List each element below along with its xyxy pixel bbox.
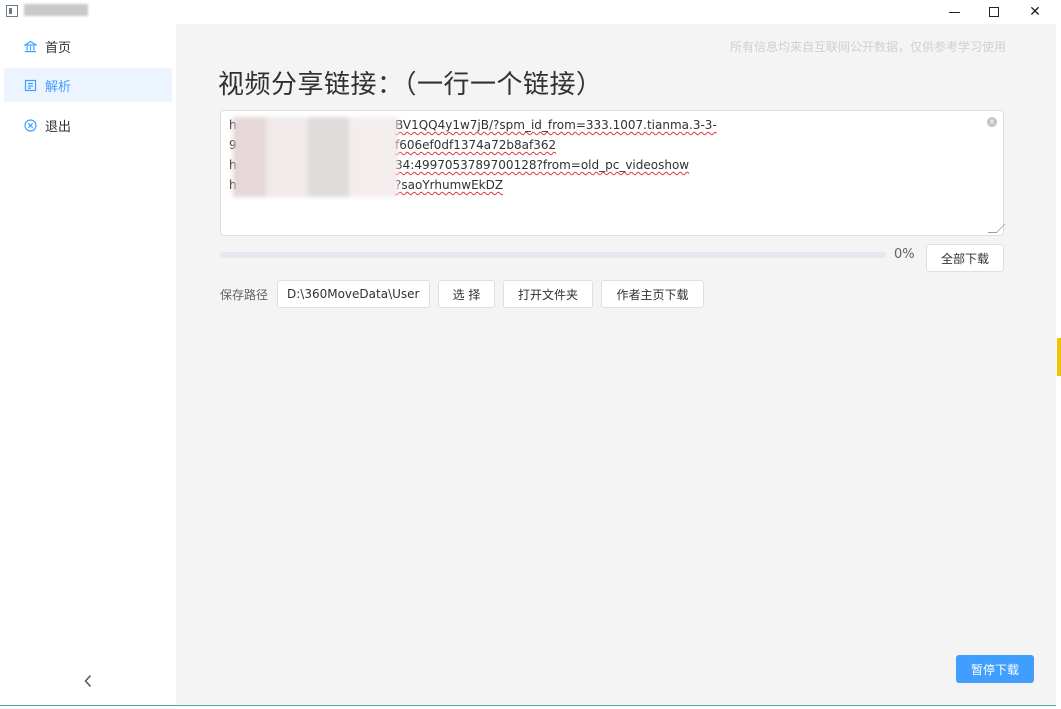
download-all-button[interactable]: 全部下载 (926, 244, 1004, 272)
minimize-icon (948, 11, 960, 13)
clear-icon[interactable]: × (987, 117, 997, 127)
save-path-label: 保存路径 (220, 288, 269, 302)
title-bar: ✕ (0, 0, 1056, 24)
sidebar-item-parse[interactable]: 解析 (4, 68, 172, 102)
resize-handle-icon[interactable] (987, 224, 1006, 233)
app-icon (6, 5, 18, 17)
pause-download-button[interactable]: 暂停下载 (956, 655, 1034, 683)
author-download-button[interactable]: 作者主页下载 (601, 280, 704, 308)
open-folder-button[interactable]: 打开文件夹 (503, 280, 593, 308)
window-title (24, 4, 88, 16)
minimize-button[interactable] (934, 0, 974, 24)
circle-close-icon (23, 118, 37, 132)
maximize-icon (989, 7, 999, 17)
page-title: 视频分享链接：（一行一个链接） (218, 70, 603, 100)
sidebar-item-label: 退出 (45, 119, 72, 135)
chevron-left-icon (84, 674, 92, 688)
close-button[interactable]: ✕ (1015, 0, 1055, 24)
app-window: ✕ 首页 解析 退出 所有信息均来自互联网公开数据，仅供参考学习使用 视频分享链… (0, 0, 1057, 706)
sidebar: 首页 解析 退出 (0, 24, 176, 705)
collapse-sidebar-button[interactable] (80, 672, 96, 694)
main-panel: 所有信息均来自互联网公开数据，仅供参考学习使用 视频分享链接：（一行一个链接） … (176, 24, 1056, 705)
sidebar-item-label: 解析 (45, 79, 72, 95)
sidebar-item-label: 首页 (45, 40, 72, 56)
background-window-edge (1057, 338, 1061, 376)
save-path-input[interactable] (277, 280, 430, 308)
links-textarea[interactable]: hBV1QQ4y1w7jB/?spm_id_from=333.1007.tian… (220, 110, 1006, 236)
sidebar-item-exit[interactable]: 退出 (4, 108, 172, 142)
sidebar-item-home[interactable]: 首页 (4, 29, 172, 63)
maximize-button[interactable] (974, 0, 1014, 24)
choose-path-button[interactable]: 选 择 (438, 280, 495, 308)
redacted-area (233, 117, 399, 197)
disclaimer-text: 所有信息均来自互联网公开数据，仅供参考学习使用 (729, 40, 1006, 54)
download-progress-bar (220, 252, 886, 258)
progress-text: 0% (894, 247, 915, 262)
bank-icon (23, 39, 37, 53)
close-icon: ✕ (1029, 4, 1041, 20)
document-icon (23, 78, 37, 92)
